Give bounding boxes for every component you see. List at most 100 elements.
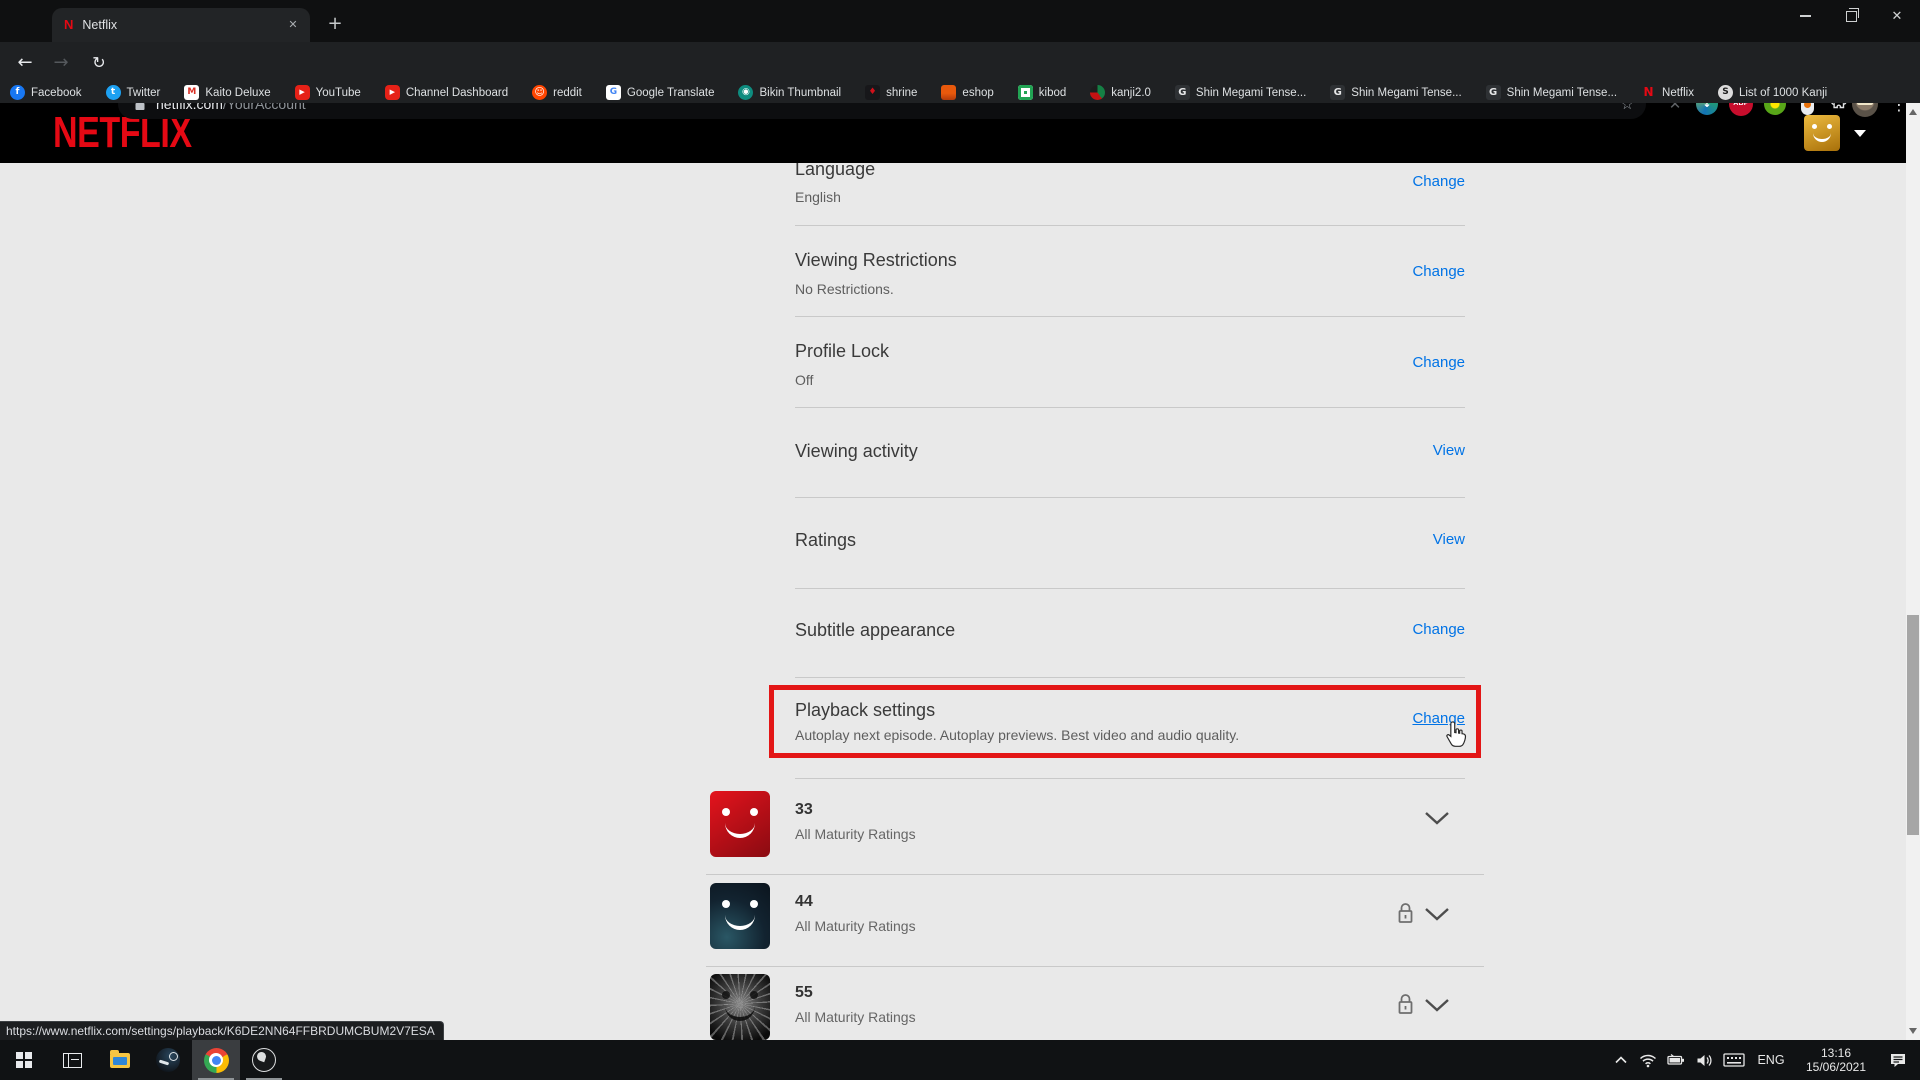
facebook-icon: [10, 85, 25, 100]
bookmark-kanji2[interactable]: kanji2.0: [1090, 85, 1151, 100]
avatar-smile: [725, 909, 755, 930]
system-tray: ENG 13:16 15/06/2021: [1608, 1040, 1920, 1080]
language-change-link[interactable]: Change: [1412, 173, 1465, 190]
reddit-icon: [532, 85, 547, 100]
hidden-icons-chevron[interactable]: [1608, 1040, 1634, 1080]
profile-name: 33: [795, 801, 813, 819]
touch-keyboard-icon[interactable]: [1718, 1040, 1750, 1080]
avatar-smile: [1813, 129, 1831, 142]
divider: [795, 316, 1465, 317]
gmail-icon: [184, 85, 199, 100]
eshop-icon: [941, 85, 956, 100]
divider: [795, 588, 1465, 589]
window-close-button[interactable]: ✕: [1874, 0, 1920, 32]
bookmarks-bar: Facebook Twitter Kaito Deluxe YouTube Ch…: [0, 82, 1920, 103]
language-indicator[interactable]: ENG: [1750, 1040, 1792, 1080]
subtitle-appearance-change-link[interactable]: Change: [1412, 621, 1465, 638]
window-minimize-button[interactable]: [1782, 0, 1828, 32]
bookmark-eshop[interactable]: eshop: [941, 85, 993, 100]
setting-title-subtitle-appearance: Subtitle appearance: [795, 620, 955, 641]
browser-toolbar: ← → ↻ netflix.com/YourAccount ☆ ✕ ↓ ABP …: [0, 42, 1920, 82]
viewing-restrictions-change-link[interactable]: Change: [1412, 263, 1465, 280]
steam-button[interactable]: [144, 1040, 192, 1080]
profile-maturity: All Maturity Ratings: [795, 826, 916, 842]
reload-icon[interactable]: ↻: [84, 42, 114, 82]
browser-tab-netflix[interactable]: N Netflix ✕: [52, 8, 310, 42]
bookmark-channel-dashboard[interactable]: Channel Dashboard: [385, 85, 508, 100]
obs-icon: [252, 1048, 276, 1072]
folder-icon: [110, 1053, 130, 1068]
setting-title-profile-lock: Profile Lock: [795, 341, 889, 362]
profile-avatar-33[interactable]: [710, 791, 770, 857]
bookmark-netflix[interactable]: Netflix: [1641, 85, 1694, 100]
account-avatar[interactable]: [1804, 115, 1840, 151]
viewing-activity-view-link[interactable]: View: [1433, 442, 1465, 459]
chevron-down-icon[interactable]: [1424, 997, 1450, 1013]
gamepedia-icon: [1486, 85, 1501, 100]
bookmark-google-translate[interactable]: Google Translate: [606, 85, 715, 100]
profile-avatar-55[interactable]: [710, 974, 770, 1040]
profile-name: 55: [795, 984, 813, 1002]
setting-title-ratings: Ratings: [795, 530, 856, 551]
back-icon[interactable]: ←: [10, 42, 40, 82]
screen: N Netflix ✕ + ✕ ← → ↻ netflix.com/YourAc…: [0, 0, 1920, 1080]
battery-icon[interactable]: [1662, 1040, 1690, 1080]
forward-icon[interactable]: →: [46, 42, 76, 82]
restore-icon: [1846, 11, 1857, 22]
windows-logo-icon: [16, 1052, 32, 1068]
chevron-down-icon[interactable]: [1424, 906, 1450, 922]
window-restore-button[interactable]: [1828, 0, 1874, 32]
bookmark-facebook[interactable]: Facebook: [10, 85, 82, 100]
wifi-icon[interactable]: [1634, 1040, 1662, 1080]
new-tab-button[interactable]: +: [322, 12, 348, 38]
bookmark-shrine[interactable]: shrine: [865, 85, 917, 100]
bookmark-shin-megami-1[interactable]: Shin Megami Tense...: [1175, 85, 1306, 100]
divider: [795, 225, 1465, 226]
avatar-smile: [725, 1000, 755, 1021]
avatar-smile: [725, 817, 755, 838]
highlight-box: [769, 685, 1481, 758]
status-bar-url: https://www.netflix.com/settings/playbac…: [0, 1021, 444, 1041]
clock[interactable]: 13:16 15/06/2021: [1792, 1040, 1880, 1080]
action-center-icon[interactable]: [1880, 1040, 1916, 1080]
bookmark-twitter[interactable]: Twitter: [106, 85, 161, 100]
volume-icon[interactable]: [1690, 1040, 1718, 1080]
tab-strip: N Netflix ✕ + ✕: [0, 0, 1920, 42]
divider: [795, 677, 1465, 678]
ratings-view-link[interactable]: View: [1433, 531, 1465, 548]
task-view-button[interactable]: [48, 1040, 96, 1080]
setting-value-viewing-restrictions: No Restrictions.: [795, 281, 894, 297]
bookmark-youtube[interactable]: YouTube: [295, 85, 361, 100]
profile-name: 44: [795, 893, 813, 911]
windows-taskbar: ENG 13:16 15/06/2021: [0, 1040, 1920, 1080]
gamepedia-icon: [1330, 85, 1345, 100]
steam-icon: [156, 1048, 180, 1072]
bookmark-kibod[interactable]: kibod: [1018, 85, 1067, 100]
account-caret-down-icon[interactable]: [1854, 130, 1866, 137]
bookmark-reddit[interactable]: reddit: [532, 85, 582, 100]
start-button[interactable]: [0, 1040, 48, 1080]
obs-button[interactable]: [240, 1040, 288, 1080]
kibod-icon: [1018, 85, 1033, 100]
bookmark-kaito-deluxe[interactable]: Kaito Deluxe: [184, 85, 270, 100]
task-view-icon: [63, 1053, 82, 1068]
profile-avatar-44[interactable]: [710, 883, 770, 949]
bookmark-bikin-thumbnail[interactable]: Bikin Thumbnail: [738, 85, 841, 100]
tab-close-icon[interactable]: ✕: [284, 16, 302, 34]
chrome-button[interactable]: [192, 1040, 240, 1080]
scrollbar-down-arrow[interactable]: [1909, 1028, 1917, 1034]
youtube-icon: [295, 85, 310, 100]
scrollbar[interactable]: [1906, 103, 1920, 1040]
profile-lock-change-link[interactable]: Change: [1412, 354, 1465, 371]
setting-title-viewing-activity: Viewing activity: [795, 441, 918, 462]
netflix-favicon: N: [64, 17, 73, 33]
chevron-down-icon[interactable]: [1424, 810, 1450, 826]
scrollbar-thumb[interactable]: [1907, 615, 1919, 835]
bookmark-list-of-1000-kanji[interactable]: List of 1000 Kanji: [1718, 85, 1827, 100]
divider: [795, 497, 1465, 498]
kanji-icon: [1090, 85, 1105, 100]
bookmark-shin-megami-3[interactable]: Shin Megami Tense...: [1486, 85, 1617, 100]
profile-maturity: All Maturity Ratings: [795, 918, 916, 934]
bookmark-shin-megami-2[interactable]: Shin Megami Tense...: [1330, 85, 1461, 100]
file-explorer-button[interactable]: [96, 1040, 144, 1080]
